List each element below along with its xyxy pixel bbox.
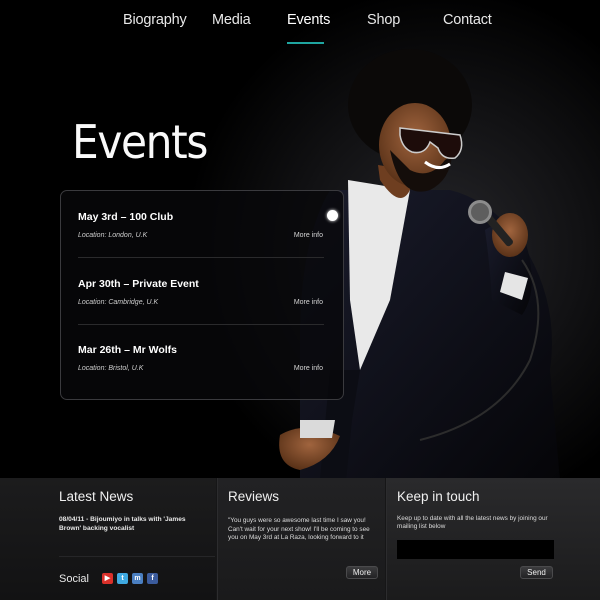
more-info-link[interactable]: More info — [294, 232, 323, 239]
scroll-handle[interactable] — [327, 210, 338, 221]
page-title: Events — [72, 115, 208, 169]
event-location: Location: London, U.K — [78, 232, 148, 239]
nav-item-shop[interactable]: Shop — [367, 12, 400, 28]
latest-news-heading: Latest News — [59, 489, 134, 504]
nav-item-biography[interactable]: Biography — [123, 12, 187, 28]
event-title: May 3rd – 100 Club — [78, 211, 174, 223]
reviews-column: Reviews "You guys were so awesome last t… — [217, 478, 385, 600]
reviews-heading: Reviews — [228, 489, 280, 504]
event-location: Location: Cambridge, U.K — [78, 299, 159, 306]
latest-news-column: Latest News 08/04/11 - Bijoumiyo in talk… — [0, 478, 216, 600]
news-item-link[interactable]: 08/04/11 - Bijoumiyo in talks with 'Jame… — [59, 516, 209, 533]
main-nav: Biography Media Events Shop Contact — [0, 12, 600, 44]
nav-item-contact[interactable]: Contact — [443, 12, 492, 28]
send-button[interactable]: Send — [520, 566, 553, 579]
review-quote: "You guys were so awesome last time I sa… — [228, 517, 370, 542]
myspace-icon[interactable]: m — [132, 573, 143, 584]
nav-item-media[interactable]: Media — [212, 12, 251, 28]
more-reviews-button[interactable]: More — [346, 566, 378, 579]
keep-in-touch-heading: Keep in touch — [397, 489, 480, 504]
event-item: Apr 30th – Private Event Location: Cambr… — [78, 278, 323, 344]
event-title: Mar 26th – Mr Wolfs — [78, 344, 177, 356]
event-title: Apr 30th – Private Event — [78, 278, 199, 290]
facebook-icon[interactable]: f — [147, 573, 158, 584]
event-divider — [78, 257, 324, 258]
twitter-icon[interactable]: t — [117, 573, 128, 584]
social-label: Social — [59, 573, 89, 585]
keep-in-touch-column: Keep in touch Keep up to date with all t… — [386, 478, 600, 600]
event-item: Mar 26th – Mr Wolfs Location: Bristol, U… — [78, 344, 323, 410]
footer: Latest News 08/04/11 - Bijoumiyo in talk… — [0, 478, 600, 600]
more-info-link[interactable]: More info — [294, 365, 323, 372]
active-nav-indicator — [287, 42, 324, 44]
events-panel: May 3rd – 100 Club Location: London, U.K… — [60, 190, 344, 400]
youtube-icon[interactable]: ▶ — [102, 573, 113, 584]
event-item: May 3rd – 100 Club Location: London, U.K… — [78, 211, 323, 277]
event-divider — [78, 324, 324, 325]
news-divider — [59, 556, 215, 557]
mailing-list-email-input[interactable] — [397, 540, 554, 559]
event-location: Location: Bristol, U.K — [78, 365, 144, 372]
mailing-list-description: Keep up to date with all the latest news… — [397, 515, 548, 531]
nav-item-events[interactable]: Events — [287, 12, 330, 28]
more-info-link[interactable]: More info — [294, 299, 323, 306]
